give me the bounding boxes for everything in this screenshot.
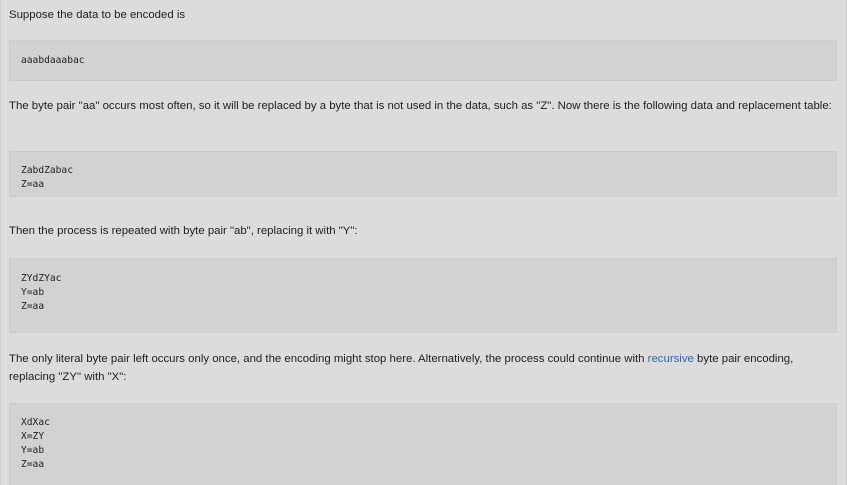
code-line: ZYdZYac [21, 273, 62, 284]
code-line: Y=ab [21, 287, 45, 298]
code-block-first-replacement: ZabdZabac Z=aa [9, 151, 837, 197]
code-block-second-replacement: ZYdZYac Y=ab Z=aa [9, 258, 837, 333]
code-block-recursive-replacement: XdXac X=ZY Y=ab Z=aa [9, 403, 837, 485]
recursive-link[interactable]: recursive [648, 353, 694, 365]
recursive-paragraph: The only literal byte pair left occurs o… [9, 350, 838, 386]
article-content: Suppose the data to be encoded is aaabda… [0, 0, 847, 485]
intro-paragraph: Suppose the data to be encoded is [9, 9, 186, 21]
code-line: Z=aa [21, 179, 45, 190]
code-line: Z=aa [21, 301, 45, 312]
code-line: X=ZY [21, 431, 45, 442]
repeat-paragraph: Then the process is repeated with byte p… [9, 225, 358, 237]
replacement-paragraph: The byte pair "aa" occurs most often, so… [9, 100, 832, 112]
recursive-paragraph-text-before: The only literal byte pair left occurs o… [9, 353, 648, 365]
code-line: Y=ab [21, 445, 45, 456]
code-line: ZabdZabac [21, 165, 73, 176]
code-line: XdXac [21, 417, 50, 428]
code-line: Z=aa [21, 459, 45, 470]
code-block-original-data: aaabdaaabac [9, 40, 837, 81]
code-line: aaabdaaabac [21, 55, 85, 66]
